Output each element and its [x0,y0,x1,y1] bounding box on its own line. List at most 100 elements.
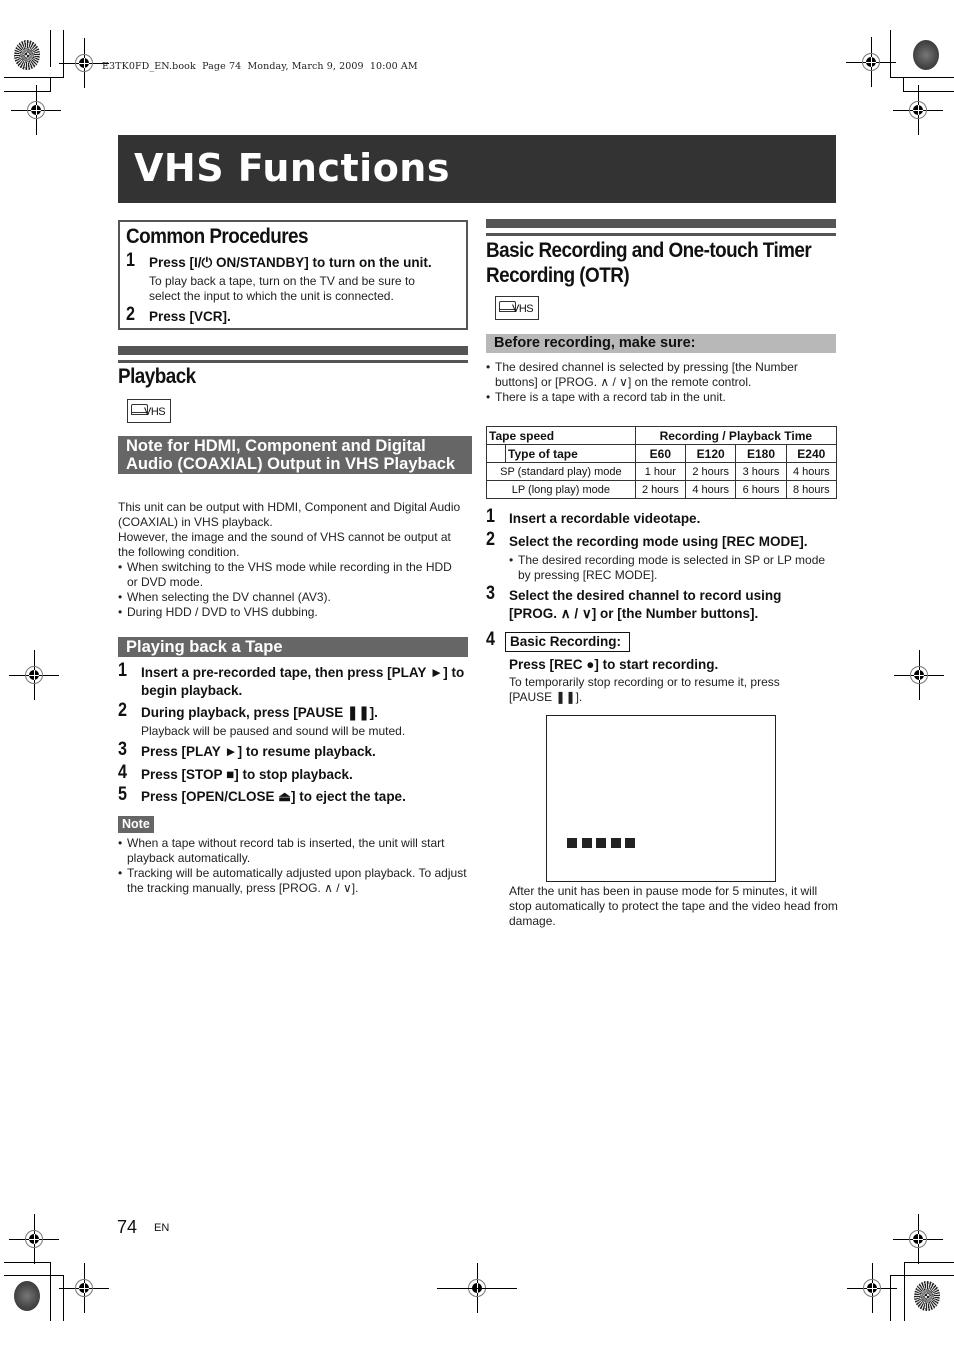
recording-heading: Basic Recording and One-touch Timer Reco… [486,239,812,287]
registration-mark [894,650,944,700]
column-header: E240 [785,444,838,463]
print-header: E3TK0FD_EN.book Page 74 Monday, March 9,… [102,61,418,72]
section-divider [118,346,468,355]
crop-mark [4,77,64,78]
crop-mark [50,30,51,67]
bullet-item: During HDD / DVD to VHS dubbing. [118,605,464,620]
row-label: SP (standard play) mode [486,462,636,481]
paragraph: This unit can be output with HDMI, Compo… [118,500,461,529]
step-text: Press [OPEN/CLOSE ⏏] to eject the tape. [141,789,406,804]
step-number: 1 [126,250,135,271]
tape-speed-table: Tape speed Recording / Playback Time Typ… [486,426,838,499]
crop-mark [890,1275,954,1276]
step-text: Insert a pre-recorded tape, then press [… [141,665,465,698]
note-list: When a tape without record tab is insert… [118,836,468,896]
step-text: Press [STOP ■] to stop playback. [141,767,353,782]
page-title: VHS Functions [134,146,450,190]
crop-mark [4,1275,64,1276]
indicator-square [567,838,577,848]
note-hdmi-heading: Note for HDMI, Component and Digital Aud… [118,436,472,474]
step-detail: To play back a tape, turn on the TV and … [149,274,415,303]
crop-mark [50,1262,51,1275]
crop-mark [903,91,954,92]
registration-mark [9,650,59,700]
step-text: Select the desired channel to record usi… [509,588,782,621]
cell: 4 hours [685,480,737,499]
registration-disc-bottom-left [14,1281,40,1311]
crop-mark [50,77,51,91]
header-type-of-tape: Type of tape [505,444,636,463]
note-hdmi-body: This unit can be output with HDMI, Compo… [118,500,464,620]
registration-mark [11,85,61,135]
registration-disc-top-left [14,40,40,70]
header-tape-speed: Tape speed [486,426,636,445]
cell: 3 hours [735,462,787,481]
crop-mark [63,30,64,77]
crop-mark [903,77,904,91]
crop-mark [890,77,954,78]
step-number: 3 [118,739,127,760]
step-text: Select the recording mode using [REC MOD… [509,534,808,549]
indicator-square [581,838,592,848]
indicator-square [596,838,606,848]
crop-mark [890,30,891,77]
step-number: 4 [486,629,495,650]
bullet-item: The desired channel is selected by press… [486,360,836,390]
bullet-item: When a tape without record tab is insert… [118,836,468,866]
crop-mark [904,1275,905,1321]
step-text: Press [I/⏻ ON/STANDBY] to turn on the un… [149,255,432,270]
common-procedures-box: Common Procedures 1 Press [I/⏻ ON/STANDB… [118,220,468,330]
page-number: 74 [117,1217,138,1237]
step-detail: The desired recording mode is selected i… [509,553,828,583]
registration-mark [846,37,896,87]
step-number: 2 [486,529,495,550]
header-recording-time: Recording / Playback Time [634,426,838,445]
registration-mark [59,1263,109,1313]
bullet-item: There is a tape with a record tab in the… [486,390,836,405]
cell: 1 hour [634,462,687,481]
crop-mark [890,1275,891,1321]
bullet-item: When switching to the VHS mode while rec… [118,560,464,590]
registration-mark [59,38,109,88]
cell: 2 hours [634,480,687,499]
section-divider [118,360,468,363]
step-number: 1 [486,506,495,527]
bullet-item: When selecting the DV channel (AV3). [118,590,464,605]
step-text: Press [PLAY ►] to resume playback. [141,744,376,759]
section-divider [486,219,836,228]
step-text: Press [VCR]. [149,309,231,324]
crop-mark [50,1275,51,1321]
page-language: EN [154,1222,170,1234]
crop-mark [4,1262,51,1263]
before-recording-list: The desired channel is selected by press… [486,360,836,405]
step-detail: Playback will be paused and sound will b… [141,724,406,738]
registration-mark [893,1214,943,1264]
registration-disc-top-right [913,40,939,70]
registration-mark [847,1263,897,1313]
vhs-icon: VHS [495,296,539,320]
crop-mark [904,1262,954,1263]
step-text: Press [REC ●] to start recording. [509,657,719,672]
step-number: 4 [118,762,127,783]
step-detail: To temporarily stop recording or to resu… [509,675,780,704]
note-label: Note [118,816,154,833]
table-row: LP (long play) mode 2 hours 4 hours 6 ho… [486,480,838,499]
cell: 8 hours [785,480,838,499]
crop-mark [63,1275,64,1321]
section-divider [486,233,836,236]
registration-disc-bottom-right [914,1281,940,1311]
paragraph: However, the image and the sound of VHS … [118,530,451,559]
column-header: E180 [735,444,787,463]
step-number: 5 [118,784,127,805]
common-procedures-heading: Common Procedures [126,225,309,248]
registration-mark [9,1214,59,1264]
auto-stop-note: After the unit has been in pause mode fo… [509,884,838,928]
column-header: E120 [685,444,737,463]
tv-screen-illustration [546,715,776,882]
indicator-square [610,838,621,848]
column-header: E60 [634,444,687,463]
playing-back-tape-heading: Playing back a Tape [118,637,468,657]
step-text: Insert a recordable videotape. [509,511,701,526]
row-label: LP (long play) mode [486,480,636,499]
cell: 2 hours [685,462,737,481]
